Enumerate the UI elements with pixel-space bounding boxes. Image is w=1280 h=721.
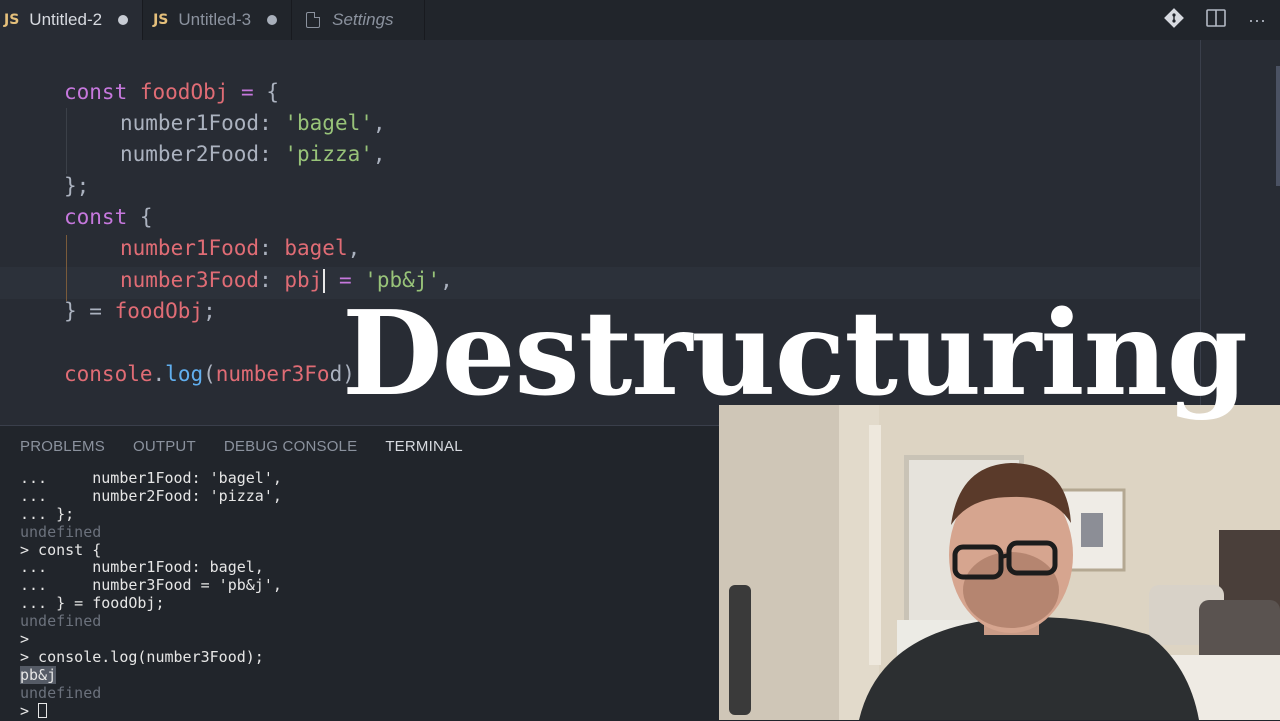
tab-output[interactable]: OUTPUT <box>133 438 196 455</box>
split-editor-icon[interactable] <box>1206 8 1226 32</box>
code-line-5: const { <box>64 205 153 229</box>
terminal-prompt[interactable]: > <box>20 702 720 721</box>
editor-tab-bar: JS Untitled-2 JS Untitled-3 Settings ··· <box>0 0 1280 40</box>
indent-guide <box>66 108 67 174</box>
unsaved-dot-icon[interactable] <box>118 15 129 25</box>
javascript-file-icon: JS <box>153 12 169 28</box>
editor-scrollbar[interactable] <box>1276 66 1280 186</box>
terminal-line: ... number1Food: 'bagel', <box>20 469 282 487</box>
code-line-2: number1Food: 'bagel', <box>120 111 386 135</box>
tab-label: Untitled-3 <box>178 10 252 29</box>
terminal-line: > console.log(number3Food); <box>20 647 264 666</box>
code-line-4: }; <box>64 174 90 198</box>
terminal-line: undefined <box>20 522 102 541</box>
code-line-3: number2Food: 'pizza', <box>120 142 386 166</box>
terminal-line: ... } = foodObj; <box>20 594 165 613</box>
selected-output: pb&j <box>20 665 57 684</box>
tab-settings[interactable]: Settings <box>292 0 425 40</box>
terminal-line: ... number3Food = 'pb&j', <box>20 576 282 595</box>
webcam-frame <box>719 405 1280 720</box>
terminal-line: undefined <box>20 683 102 702</box>
code-line-8: } = foodObj; <box>64 299 216 323</box>
terminal-line: pb&j <box>20 665 720 685</box>
terminal-cursor <box>38 702 48 718</box>
tab-terminal[interactable]: TERMINAL <box>385 438 462 455</box>
terminal-line: ... }; <box>20 504 75 523</box>
indent-guide-active <box>66 235 67 301</box>
editor-actions: ··· <box>1164 0 1280 40</box>
tab-label: Settings <box>332 10 394 29</box>
terminal-line: undefined <box>20 612 102 631</box>
unsaved-dot-icon[interactable] <box>267 15 278 25</box>
code-line-6: number1Food: bagel, <box>120 236 361 260</box>
text-cursor <box>323 269 326 293</box>
terminal-line: > const { <box>20 540 102 559</box>
file-icon <box>306 12 321 28</box>
terminal-line: > <box>20 630 30 649</box>
terminal-output[interactable]: ... number1Food: 'bagel', ... number2Foo… <box>20 469 720 721</box>
code-line-1: const foodObj = { <box>64 80 279 104</box>
video-title-overlay: Destructuring <box>342 286 1248 422</box>
code-line-9: console.log(number3Fod) <box>64 362 355 386</box>
terminal-line: ... number1Food: bagel, <box>20 558 264 577</box>
more-actions-icon[interactable]: ··· <box>1248 10 1266 31</box>
webcam-video <box>719 405 1280 720</box>
tab-untitled-3[interactable]: JS Untitled-3 <box>143 0 293 40</box>
terminal-line: ... number2Food: 'pizza', <box>20 486 282 505</box>
javascript-file-icon: JS <box>4 12 20 28</box>
panel-tab-list: PROBLEMS OUTPUT DEBUG CONSOLE TERMINAL <box>20 438 463 455</box>
tab-untitled-2[interactable]: JS Untitled-2 <box>0 0 144 40</box>
tab-problems[interactable]: PROBLEMS <box>20 438 105 455</box>
git-compare-icon[interactable] <box>1164 7 1184 33</box>
tab-label: Untitled-2 <box>29 10 103 29</box>
tab-debug-console[interactable]: DEBUG CONSOLE <box>224 438 357 455</box>
